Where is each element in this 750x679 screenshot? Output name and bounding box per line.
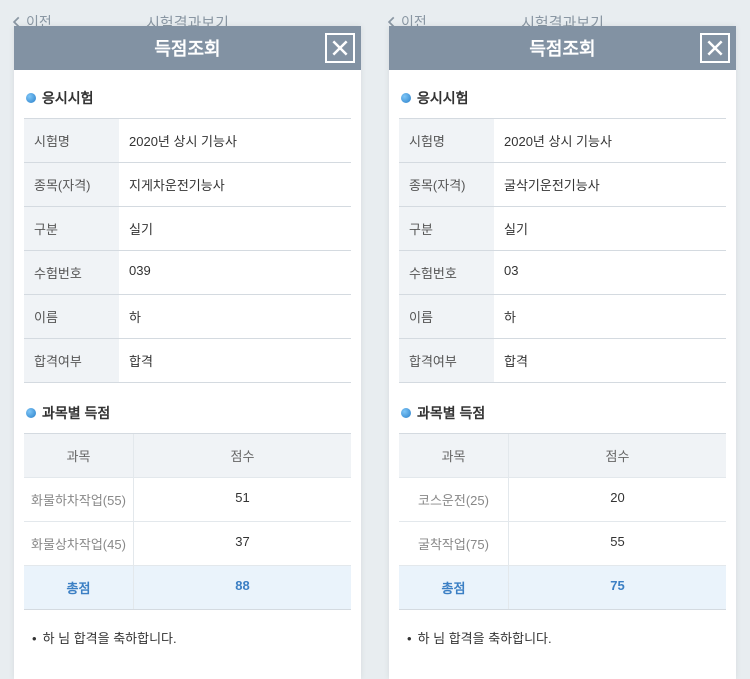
score-head: 과목 점수: [24, 434, 351, 477]
section-score-title: 과목별 득점: [399, 397, 726, 433]
bullet-icon: [401, 93, 411, 103]
dot-icon: •: [32, 631, 37, 646]
total-label: 총점: [24, 566, 134, 609]
close-button[interactable]: [700, 33, 730, 63]
bullet-icon: [26, 93, 36, 103]
score-modal: 득점조회 응시시험 시험명 2020년 상시 기능사 종목(자격) 굴삭기운전기…: [389, 26, 736, 679]
head-subject: 과목: [399, 434, 509, 477]
label-pass: 합격여부: [24, 339, 119, 382]
score-value: 55: [509, 522, 726, 565]
section-score-label: 과목별 득점: [417, 403, 485, 423]
score-row: 코스운전(25) 20: [399, 477, 726, 521]
row-pass: 합격여부 합격: [399, 339, 726, 383]
score-head: 과목 점수: [399, 434, 726, 477]
score-value: 20: [509, 478, 726, 521]
modal-header: 득점조회: [389, 26, 736, 70]
head-subject: 과목: [24, 434, 134, 477]
value-name: 하: [494, 295, 726, 338]
row-examno: 수험번호 039: [24, 251, 351, 295]
score-subject: 굴착작업(75): [399, 522, 509, 565]
modal-title: 득점조회: [154, 35, 220, 61]
row-subject: 종목(자격) 굴삭기운전기능사: [399, 163, 726, 207]
section-score-label: 과목별 득점: [42, 403, 110, 423]
row-name: 이름 하: [24, 295, 351, 339]
row-type: 구분 실기: [399, 207, 726, 251]
close-icon: [330, 38, 350, 58]
score-modal: 득점조회 응시시험 시험명 2020년 상시 기능사 종목(자격) 지게차운전기…: [14, 26, 361, 679]
section-exam-label: 응시시험: [42, 88, 94, 108]
modal-body: 응시시험 시험명 2020년 상시 기능사 종목(자격) 굴삭기운전기능사 구분…: [389, 70, 736, 679]
score-value: 37: [134, 522, 351, 565]
value-examno: 03: [494, 251, 726, 294]
value-type: 실기: [119, 207, 351, 250]
section-exam-label: 응시시험: [417, 88, 469, 108]
value-pass: 합격: [119, 339, 351, 382]
congrats-text: 하 님 합격을 축하합니다.: [418, 631, 552, 646]
value-examno: 039: [119, 251, 351, 294]
label-type: 구분: [399, 207, 494, 250]
value-name: 하: [119, 295, 351, 338]
label-name: 이름: [24, 295, 119, 338]
label-pass: 합격여부: [399, 339, 494, 382]
value-type: 실기: [494, 207, 726, 250]
total-value: 88: [134, 566, 351, 609]
value-pass: 합격: [494, 339, 726, 382]
section-exam-title: 응시시험: [399, 82, 726, 118]
score-row: 화물상차작업(45) 37: [24, 521, 351, 565]
exam-info-table: 시험명 2020년 상시 기능사 종목(자격) 굴삭기운전기능사 구분 실기 수…: [399, 118, 726, 383]
bullet-icon: [401, 408, 411, 418]
label-examno: 수험번호: [399, 251, 494, 294]
head-score: 점수: [509, 434, 726, 477]
value-subject: 지게차운전기능사: [119, 163, 351, 206]
label-type: 구분: [24, 207, 119, 250]
congrats-text: 하 님 합격을 축하합니다.: [43, 631, 177, 646]
total-label: 총점: [399, 566, 509, 609]
score-table: 과목 점수 화물하차작업(55) 51 화물상차작업(45) 37 총점 88: [24, 433, 351, 610]
section-score-title: 과목별 득점: [24, 397, 351, 433]
bullet-icon: [26, 408, 36, 418]
row-pass: 합격여부 합격: [24, 339, 351, 383]
label-subject: 종목(자격): [24, 163, 119, 206]
row-examno: 수험번호 03: [399, 251, 726, 295]
row-type: 구분 실기: [24, 207, 351, 251]
row-subject: 종목(자격) 지게차운전기능사: [24, 163, 351, 207]
total-row: 총점 88: [24, 565, 351, 609]
row-exam-name: 시험명 2020년 상시 기능사: [399, 119, 726, 163]
total-row: 총점 75: [399, 565, 726, 609]
dot-icon: •: [407, 631, 412, 646]
value-subject: 굴삭기운전기능사: [494, 163, 726, 206]
label-name: 이름: [399, 295, 494, 338]
modal-title: 득점조회: [529, 35, 595, 61]
total-value: 75: [509, 566, 726, 609]
row-exam-name: 시험명 2020년 상시 기능사: [24, 119, 351, 163]
head-score: 점수: [134, 434, 351, 477]
score-row: 굴착작업(75) 55: [399, 521, 726, 565]
congrats-message: • 하 님 합격을 축하합니다.: [24, 610, 351, 665]
modal-header: 득점조회: [14, 26, 361, 70]
exam-info-table: 시험명 2020년 상시 기능사 종목(자격) 지게차운전기능사 구분 실기 수…: [24, 118, 351, 383]
close-button[interactable]: [325, 33, 355, 63]
congrats-message: • 하 님 합격을 축하합니다.: [399, 610, 726, 665]
close-icon: [705, 38, 725, 58]
screen-left: 이전 시험결과보기 득점조회 응시시험 시험명 2020년 상시 기능사 종목(…: [0, 0, 375, 679]
score-table: 과목 점수 코스운전(25) 20 굴착작업(75) 55 총점 75: [399, 433, 726, 610]
score-subject: 코스운전(25): [399, 478, 509, 521]
label-subject: 종목(자격): [399, 163, 494, 206]
screen-right: 이전 시험결과보기 득점조회 응시시험 시험명 2020년 상시 기능사 종목(…: [375, 0, 750, 679]
row-name: 이름 하: [399, 295, 726, 339]
value-exam-name: 2020년 상시 기능사: [119, 119, 351, 162]
label-exam-name: 시험명: [399, 119, 494, 162]
modal-body: 응시시험 시험명 2020년 상시 기능사 종목(자격) 지게차운전기능사 구분…: [14, 70, 361, 679]
label-exam-name: 시험명: [24, 119, 119, 162]
score-subject: 화물하차작업(55): [24, 478, 134, 521]
score-row: 화물하차작업(55) 51: [24, 477, 351, 521]
score-value: 51: [134, 478, 351, 521]
section-exam-title: 응시시험: [24, 82, 351, 118]
value-exam-name: 2020년 상시 기능사: [494, 119, 726, 162]
score-subject: 화물상차작업(45): [24, 522, 134, 565]
label-examno: 수험번호: [24, 251, 119, 294]
